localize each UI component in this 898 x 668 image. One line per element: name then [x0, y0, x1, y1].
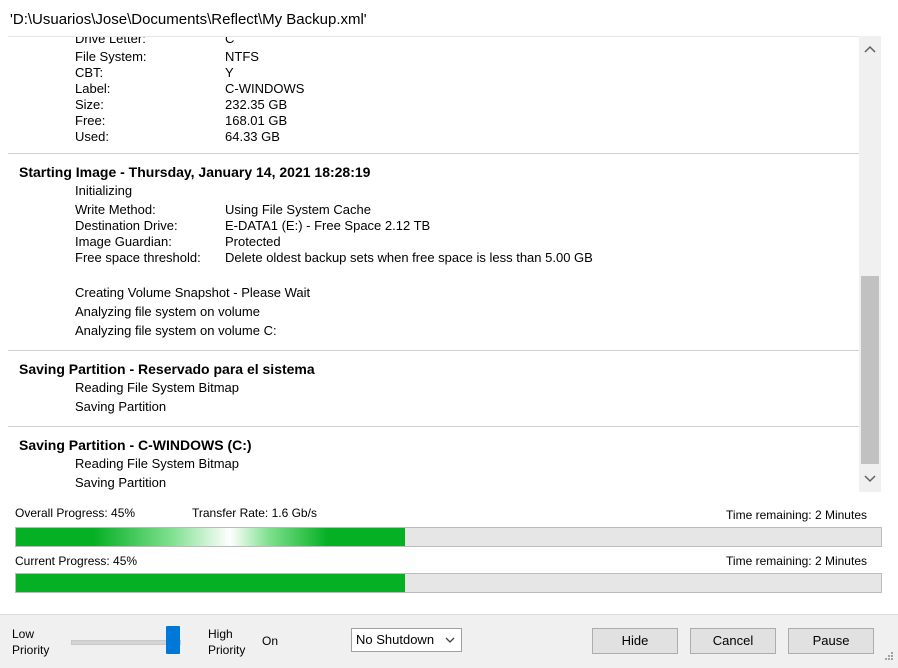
- log-key: Used:: [75, 129, 109, 144]
- section-divider: [8, 153, 859, 154]
- log-value: 168.01 GB: [225, 113, 288, 128]
- log-value: C: [225, 36, 235, 46]
- log-step: Reading File System Bitmap: [75, 380, 240, 395]
- shutdown-select-value: No Shutdown: [356, 632, 435, 647]
- log-panel: Drive Letter: C File System: NTFS CBT: Y…: [8, 36, 859, 493]
- section-heading: Saving Partition - Reservado para el sis…: [19, 361, 315, 377]
- log-value: Protected: [225, 234, 281, 249]
- log-key: Size:: [75, 97, 104, 112]
- log-key: Destination Drive:: [75, 218, 178, 233]
- chevron-up-icon[interactable]: [859, 38, 881, 60]
- hide-button[interactable]: Hide: [592, 628, 678, 654]
- log-step: Saving Partition: [75, 475, 167, 490]
- log-key: Label:: [75, 81, 111, 96]
- log-scrollbar[interactable]: [859, 36, 881, 492]
- log-step: Saving Partition: [75, 399, 167, 414]
- pause-button[interactable]: Pause: [788, 628, 874, 654]
- on-label: On: [262, 634, 279, 648]
- overall-time-remaining: Time remaining: 2 Minutes: [726, 508, 867, 522]
- log-key: Free space threshold:: [75, 250, 201, 265]
- transfer-rate: Transfer Rate: 1.6 Gb/s: [192, 506, 317, 520]
- overall-progress-fill: [16, 528, 406, 546]
- log-step: Creating Volume Snapshot - Please Wait: [75, 285, 311, 300]
- overall-progress-bar: [15, 527, 882, 547]
- chevron-down-icon: [445, 629, 455, 651]
- shutdown-select[interactable]: No Shutdown: [351, 628, 462, 652]
- log-step: Analyzing file system on volume: [75, 304, 260, 319]
- window-title: 'D:\Usuarios\Jose\Documents\Reflect\My B…: [10, 11, 367, 28]
- cancel-button[interactable]: Cancel: [690, 628, 776, 654]
- priority-slider[interactable]: [71, 640, 181, 645]
- log-key: File System:: [75, 49, 147, 64]
- section-divider: [8, 350, 859, 351]
- log-value: NTFS: [225, 49, 259, 64]
- overall-progress-label: Overall Progress: 45%: [15, 506, 136, 520]
- log-value: Using File System Cache: [225, 202, 371, 217]
- resize-grip-icon[interactable]: [884, 651, 894, 663]
- log-key: CBT:: [75, 65, 104, 80]
- log-step: Reading File System Bitmap: [75, 456, 240, 471]
- log-key: Drive Letter:: [75, 36, 146, 46]
- log-step: Analyzing file system on volume C:: [75, 323, 277, 338]
- priority-slider-thumb[interactable]: [166, 626, 180, 654]
- priority-high-label: High Priority: [208, 627, 246, 657]
- log-key: Write Method:: [75, 202, 156, 217]
- log-value: Y: [225, 65, 234, 80]
- log-value: 64.33 GB: [225, 129, 280, 144]
- current-progress-bar: [15, 573, 882, 593]
- log-value: Delete oldest backup sets when free spac…: [225, 250, 593, 265]
- log-key: Free:: [75, 113, 106, 128]
- log-key: Image Guardian:: [75, 234, 172, 249]
- chevron-down-icon[interactable]: [859, 468, 881, 490]
- current-time-remaining: Time remaining: 2 Minutes: [726, 554, 867, 568]
- section-heading: Starting Image - Thursday, January 14, 2…: [19, 164, 371, 180]
- section-heading: Saving Partition - C-WINDOWS (C:): [19, 437, 252, 453]
- log-value: E-DATA1 (E:) - Free Space 2.12 TB: [225, 218, 431, 233]
- scrollbar-thumb[interactable]: [861, 276, 879, 464]
- log-value: C-WINDOWS: [225, 81, 305, 96]
- current-progress-fill: [16, 574, 406, 592]
- log-value: 232.35 GB: [225, 97, 288, 112]
- priority-low-label: Low Priority: [12, 627, 50, 657]
- section-divider: [8, 426, 859, 427]
- log-status: Initializing: [75, 183, 133, 198]
- current-progress-label: Current Progress: 45%: [15, 554, 138, 568]
